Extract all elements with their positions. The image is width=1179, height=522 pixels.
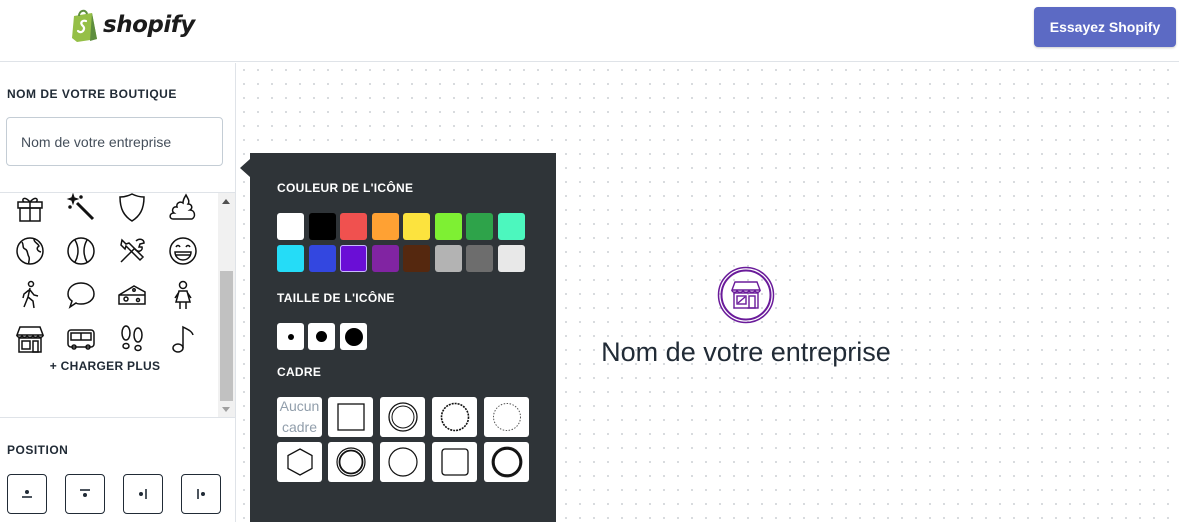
position-icon-above-button[interactable] (7, 474, 47, 514)
try-shopify-button[interactable]: Essayez Shopify (1034, 7, 1176, 47)
frame-scalloped-button[interactable] (432, 397, 477, 437)
color-swatch[interactable] (466, 245, 493, 272)
size-medium-dot (316, 331, 327, 342)
icon-settings-popup: COULEUR DE L'ICÔNE TAILLE DE L'ICÔNE CAD… (250, 153, 556, 522)
storefront-icon[interactable] (12, 321, 48, 357)
icon-size-small-button[interactable] (277, 323, 304, 350)
preview-store-name: Nom de votre entreprise (601, 337, 891, 367)
frame-ring-button[interactable] (328, 442, 373, 482)
position-title: POSITION (7, 443, 69, 457)
logo-preview: Nom de votre entreprise (592, 266, 900, 368)
color-swatch[interactable] (371, 213, 399, 240)
position-icon-right-button[interactable] (181, 474, 221, 514)
position-icon-left-button[interactable] (123, 474, 163, 514)
icon-picker-panel: + CHARGER PLUS (0, 192, 235, 418)
scroll-down-arrow-icon[interactable] (222, 407, 230, 412)
shopify-bag-icon (72, 9, 97, 42)
frame-rounded-square-icon (440, 448, 469, 476)
icon-size-medium-button[interactable] (308, 323, 335, 350)
frame-dotted-circle-icon (492, 403, 521, 431)
footprints-icon[interactable] (114, 321, 150, 357)
icon-below-text-icon (80, 489, 90, 497)
frame-none-line-1: Aucun (279, 398, 320, 414)
frame-dotted-circle-button[interactable] (484, 397, 529, 437)
gift-icon[interactable] (12, 193, 48, 225)
frame-none-button[interactable]: Aucun cadre (277, 397, 322, 437)
frame-rounded-square-button[interactable] (432, 442, 477, 482)
tools-icon[interactable] (114, 233, 150, 269)
girl-icon[interactable] (165, 277, 201, 313)
logo-text: shopify (103, 12, 195, 38)
size-small-dot (287, 333, 294, 340)
frame-title: CADRE (277, 365, 322, 379)
color-swatch[interactable] (340, 245, 367, 272)
color-swatch[interactable] (497, 245, 525, 272)
frame-ring-icon (335, 447, 366, 477)
store-name-title: NOM DE VOTRE BOUTIQUE (7, 87, 177, 101)
color-swatch[interactable] (277, 245, 304, 272)
frame-bold-circle-icon (491, 446, 522, 478)
magic-wand-icon[interactable] (63, 193, 99, 225)
color-swatch[interactable] (434, 245, 462, 272)
color-swatch[interactable] (371, 245, 399, 272)
frame-bold-circle-button[interactable] (484, 442, 529, 482)
bus-icon[interactable] (63, 321, 99, 357)
shield-icon[interactable] (114, 193, 150, 225)
frame-circle-icon (387, 447, 418, 477)
icon-color-title: COULEUR DE L'ICÔNE (277, 181, 414, 195)
color-swatch[interactable] (340, 213, 367, 240)
color-swatch[interactable] (434, 213, 462, 240)
globe-icon[interactable] (12, 233, 48, 269)
speech-bubble-icon[interactable] (63, 277, 99, 313)
scroll-thumb[interactable] (220, 271, 233, 401)
scroll-up-arrow-icon[interactable] (222, 199, 230, 204)
frame-square-button[interactable] (328, 397, 373, 437)
top-header: shopify Essayez Shopify (0, 0, 1179, 62)
frame-square-icon (336, 403, 365, 431)
store-name-input[interactable] (6, 117, 223, 166)
size-large-dot (344, 327, 363, 346)
icon-grid (12, 193, 216, 365)
frame-hexagon-button[interactable] (277, 442, 322, 482)
color-swatch[interactable] (308, 213, 336, 240)
music-note-icon[interactable] (165, 321, 201, 357)
frame-double-circle-icon (387, 402, 418, 432)
sidebar: NOM DE VOTRE BOUTIQUE Nom de votre entre… (0, 63, 236, 522)
icon-left-of-text-icon (139, 489, 147, 499)
grinning-face-icon[interactable] (165, 233, 201, 269)
color-swatch[interactable] (497, 213, 525, 240)
color-swatch[interactable] (403, 213, 430, 240)
load-more-button[interactable]: + CHARGER PLUS (0, 359, 210, 373)
color-swatch[interactable] (308, 245, 336, 272)
shopify-logo[interactable]: shopify (70, 8, 195, 42)
icon-above-text-icon (22, 490, 32, 498)
cheese-icon[interactable] (114, 277, 150, 313)
frame-circle-button[interactable] (380, 442, 425, 482)
frame-double-circle-button[interactable] (380, 397, 425, 437)
walking-person-icon[interactable] (12, 277, 48, 313)
icon-right-of-text-icon (197, 489, 205, 499)
frame-scalloped-icon (440, 402, 469, 432)
color-swatch[interactable] (403, 245, 430, 272)
color-swatch[interactable] (277, 213, 304, 240)
popup-arrow (240, 159, 250, 177)
baseball-icon[interactable] (63, 233, 99, 269)
position-icon-below-button[interactable] (65, 474, 105, 514)
icon-size-large-button[interactable] (340, 323, 367, 350)
icon-panel-scrollbar[interactable] (218, 193, 235, 417)
preview-storefront-icon (717, 266, 775, 324)
color-swatch[interactable] (466, 213, 493, 240)
frame-hexagon-icon (286, 448, 313, 476)
poop-icon[interactable] (165, 193, 201, 225)
frame-none-line-2: cadre (281, 419, 317, 435)
frame-none-label: Aucun cadre (280, 396, 320, 438)
icon-size-title: TAILLE DE L'ICÔNE (277, 291, 395, 305)
